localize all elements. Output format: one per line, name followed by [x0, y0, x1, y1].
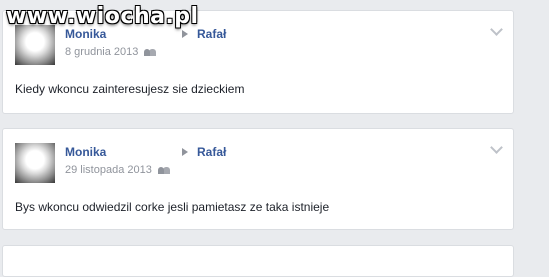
watermark-logo: www.wiocha.pl [6, 4, 199, 29]
post-text: Kiedy wkoncu zainteresujesz sie dzieckie… [15, 82, 245, 96]
post-author-link[interactable]: Monika [65, 27, 106, 41]
feed-post-partial [2, 245, 514, 277]
avatar[interactable] [15, 25, 55, 65]
arrow-right-icon [182, 30, 188, 38]
post-timestamp[interactable]: 8 grudnia 2013 [65, 46, 138, 58]
post-target-link[interactable]: Rafał [197, 27, 226, 41]
avatar[interactable] [15, 143, 55, 183]
chevron-down-icon[interactable] [490, 23, 503, 36]
feed-post: Monika Rafał 29 listopada 2013 Bys wkonc… [2, 128, 514, 230]
post-target-link[interactable]: Rafał [197, 145, 226, 159]
post-author-link[interactable]: Monika [65, 145, 106, 159]
post-timestamp[interactable]: 29 listopada 2013 [65, 164, 152, 176]
post-text: Bys wkoncu odwiedzil corke jesli pamieta… [15, 200, 330, 214]
friends-icon[interactable] [144, 48, 157, 56]
chevron-down-icon[interactable] [490, 141, 503, 154]
post-meta: 29 listopada 2013 [65, 164, 170, 176]
friends-icon[interactable] [157, 166, 170, 174]
post-meta: 8 grudnia 2013 [65, 46, 157, 58]
arrow-right-icon [182, 148, 188, 156]
